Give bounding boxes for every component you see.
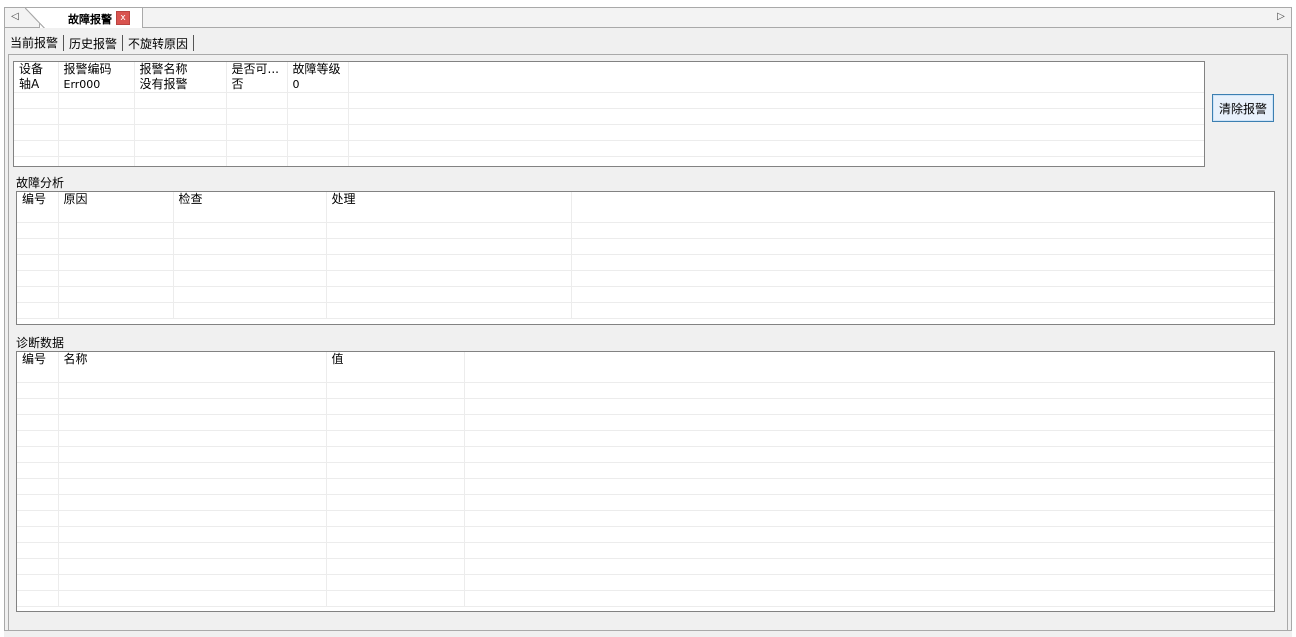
alarm-subtabs: 当前报警 历史报警 不旋转原因 [8, 34, 197, 52]
empty-row [17, 302, 1274, 319]
cell-fault-level: 0 [287, 77, 349, 93]
subtab-separator [193, 35, 195, 51]
column-header-handling[interactable]: 处理 [326, 192, 572, 207]
column-header-name[interactable]: 名称 [58, 352, 327, 367]
tab-scroll-left-icon[interactable]: ◁ [8, 10, 22, 24]
empty-row [17, 478, 1274, 495]
diagnostic-data-label: 诊断数据 [16, 336, 65, 350]
empty-row [17, 270, 1274, 287]
empty-row [17, 494, 1274, 511]
row-filler [348, 77, 1204, 93]
doc-tab-label: 故障报警 [68, 13, 112, 26]
header-filler [348, 62, 1204, 77]
header-filler [571, 192, 1274, 207]
column-header-device[interactable]: 设备 [14, 62, 59, 77]
empty-row [17, 414, 1274, 431]
column-header-number[interactable]: 编号 [17, 192, 59, 207]
column-header-value[interactable]: 值 [326, 352, 465, 367]
cell-alarm-code: Err000 [58, 77, 135, 93]
fault-analysis-grid[interactable]: 编号 原因 检查 处理 [16, 191, 1275, 325]
subtab-separator [63, 35, 65, 51]
cell-device: 轴A [14, 77, 59, 93]
tab-slant-decoration [25, 8, 45, 29]
empty-row [17, 367, 1274, 383]
empty-row [17, 542, 1274, 559]
empty-row [17, 526, 1274, 543]
empty-row [17, 238, 1274, 255]
empty-row [17, 510, 1274, 527]
empty-row [17, 446, 1274, 463]
empty-row [17, 590, 1274, 607]
column-header-can-clear[interactable]: 是否可... [226, 62, 288, 77]
tab-scroll-right-icon[interactable]: ▷ [1274, 10, 1288, 24]
grid-header-row: 设备 报警编码 报警名称 是否可... 故障等级 [14, 62, 1204, 77]
empty-row [17, 207, 1274, 223]
grid-header-row: 编号 名称 值 [17, 352, 1274, 367]
close-tab-icon[interactable]: x [116, 11, 130, 25]
column-header-alarm-name[interactable]: 报警名称 [134, 62, 227, 77]
subtab-separator [122, 35, 124, 51]
bottom-border [4, 630, 1292, 637]
table-row[interactable]: 轴A Err000 没有报警 否 0 [14, 77, 1204, 93]
clear-alarm-button[interactable]: 清除报警 [1212, 94, 1274, 122]
empty-row [14, 156, 1204, 166]
empty-row [14, 140, 1204, 157]
empty-row [14, 92, 1204, 109]
empty-row [17, 558, 1274, 575]
empty-row [17, 254, 1274, 271]
column-header-cause[interactable]: 原因 [58, 192, 174, 207]
empty-row [14, 108, 1204, 125]
column-header-number[interactable]: 编号 [17, 352, 59, 367]
subtab-current-alarms[interactable]: 当前报警 [8, 34, 61, 52]
column-header-check[interactable]: 检查 [173, 192, 327, 207]
empty-row [17, 286, 1274, 303]
document-tab-strip: ◁ 故障报警 x ▷ [4, 7, 1292, 29]
subtab-non-rotation-reasons[interactable]: 不旋转原因 [126, 35, 190, 52]
header-filler [464, 352, 1274, 367]
doc-tab-fault-alarm[interactable]: 故障报警 x [39, 7, 143, 28]
empty-row [14, 124, 1204, 141]
empty-row [17, 222, 1274, 239]
empty-row [17, 398, 1274, 415]
grid-header-row: 编号 原因 检查 处理 [17, 192, 1274, 207]
fault-analysis-label: 故障分析 [16, 176, 65, 190]
empty-row [17, 462, 1274, 479]
column-header-alarm-code[interactable]: 报警编码 [58, 62, 135, 77]
column-header-fault-level[interactable]: 故障等级 [287, 62, 349, 77]
empty-row [17, 574, 1274, 591]
current-alarms-grid[interactable]: 设备 报警编码 报警名称 是否可... 故障等级 轴A Err000 没有报警 … [13, 61, 1205, 167]
empty-row [17, 382, 1274, 399]
cell-alarm-name: 没有报警 [134, 77, 227, 93]
empty-row [17, 430, 1274, 447]
subtab-history-alarms[interactable]: 历史报警 [67, 35, 119, 52]
diagnostic-data-grid[interactable]: 编号 名称 值 [16, 351, 1275, 612]
cell-can-clear: 否 [226, 77, 288, 93]
